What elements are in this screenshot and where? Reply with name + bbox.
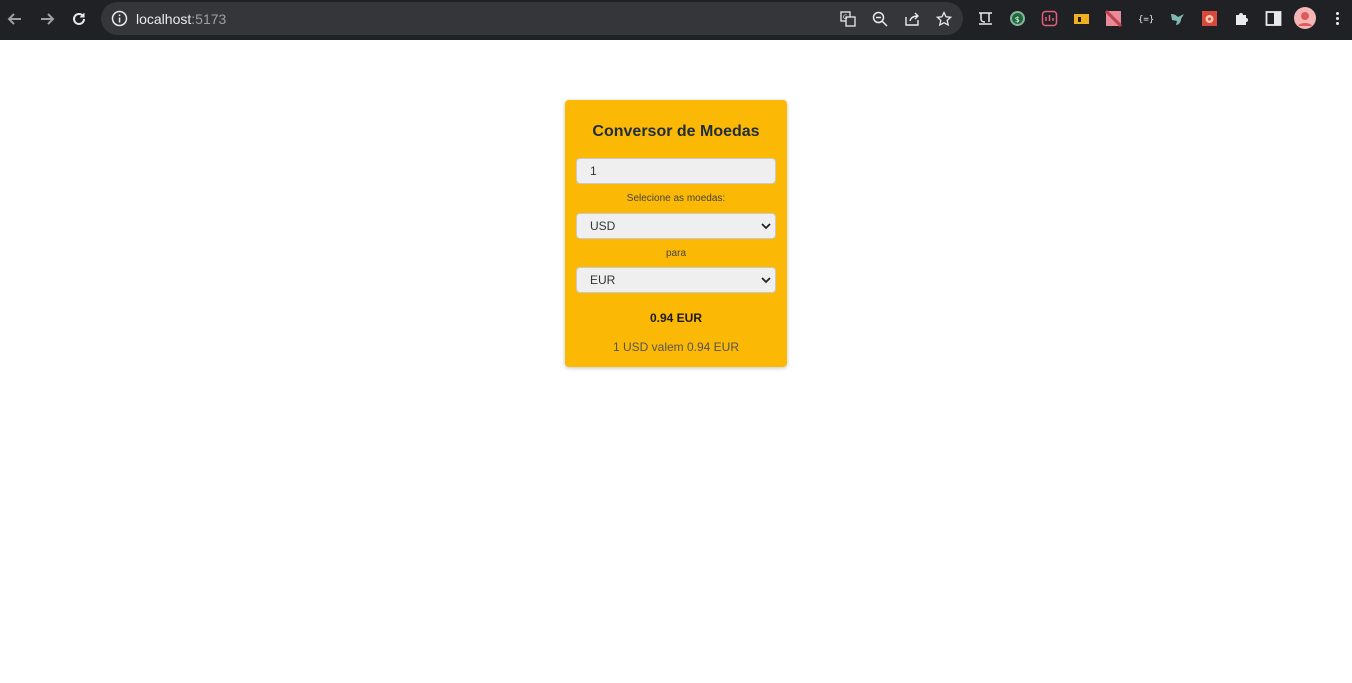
browser-menu-button[interactable]	[1328, 9, 1346, 27]
zoom-out-icon	[872, 11, 888, 27]
bird-extension-icon	[1170, 13, 1184, 25]
extension-2[interactable]: $	[1008, 9, 1026, 27]
amount-input[interactable]: 1	[576, 158, 776, 184]
chevron-down-icon	[761, 223, 771, 230]
translate-icon: G	[840, 11, 856, 27]
svg-text:{=}: {=}	[1138, 15, 1154, 25]
bug-extension-icon	[1201, 10, 1217, 26]
star-icon	[936, 11, 952, 27]
from-currency-select[interactable]: USD	[576, 213, 776, 239]
extension-5[interactable]	[1104, 9, 1122, 27]
svg-text:$: $	[1014, 15, 1019, 24]
extension-6[interactable]: {=}	[1136, 9, 1154, 27]
from-currency-value: USD	[590, 219, 616, 233]
to-currency-value: EUR	[590, 273, 616, 287]
diagonal-extension-icon	[1104, 9, 1122, 27]
zoom-button[interactable]	[871, 10, 889, 28]
extension-7[interactable]	[1168, 9, 1186, 27]
to-currency-select[interactable]: EUR	[576, 267, 776, 293]
forward-button[interactable]	[36, 8, 58, 30]
folder-extension-icon	[1073, 13, 1089, 24]
side-panel-icon	[1265, 10, 1281, 26]
browser-toolbar: localhost:5173 G $ {=}	[0, 0, 1352, 40]
extension-8[interactable]	[1200, 9, 1218, 27]
side-panel-button[interactable]	[1264, 9, 1282, 27]
puzzle-icon	[1235, 12, 1248, 25]
extension-4[interactable]	[1072, 9, 1090, 27]
currency-converter-card: Conversor de Moedas 1 Selecione as moeda…	[565, 100, 787, 367]
arrow-left-icon	[7, 13, 21, 25]
more-vertical-icon	[1335, 11, 1339, 25]
back-button[interactable]	[4, 8, 26, 30]
translate-button[interactable]: G	[839, 10, 857, 28]
page-title: Conversor de Moedas	[592, 123, 760, 140]
reload-icon	[73, 12, 85, 25]
url-text: localhost:5173	[136, 11, 226, 27]
extension-glyph-icon	[978, 11, 992, 25]
avatar-icon	[1294, 7, 1316, 29]
info-icon[interactable]	[111, 10, 128, 27]
conversion-result: 0.94 EUR	[649, 311, 703, 325]
code-braces-icon: {=}	[1138, 15, 1154, 25]
extension-1[interactable]	[976, 9, 994, 27]
extensions-menu-button[interactable]	[1232, 9, 1250, 27]
profile-avatar[interactable]	[1294, 7, 1316, 29]
share-button[interactable]	[903, 10, 921, 28]
chevron-down-icon	[761, 277, 771, 284]
share-icon	[905, 12, 919, 26]
url-host: localhost	[136, 11, 192, 27]
reload-button[interactable]	[68, 8, 90, 30]
svg-text:G: G	[843, 14, 848, 21]
to-label: para	[665, 248, 686, 259]
url-port: :5173	[191, 11, 227, 27]
arrow-right-icon	[41, 13, 55, 25]
chart-extension-icon	[1041, 10, 1057, 26]
extension-3[interactable]	[1040, 9, 1058, 27]
select-currencies-label: Selecione as moedas:	[626, 193, 726, 204]
bookmark-button[interactable]	[935, 10, 953, 28]
dollar-coin-icon: $	[1009, 10, 1025, 26]
conversion-rate-text: 1 USD valem 0.94 EUR	[612, 340, 740, 354]
address-bar[interactable]: localhost:5173 G	[101, 2, 963, 35]
